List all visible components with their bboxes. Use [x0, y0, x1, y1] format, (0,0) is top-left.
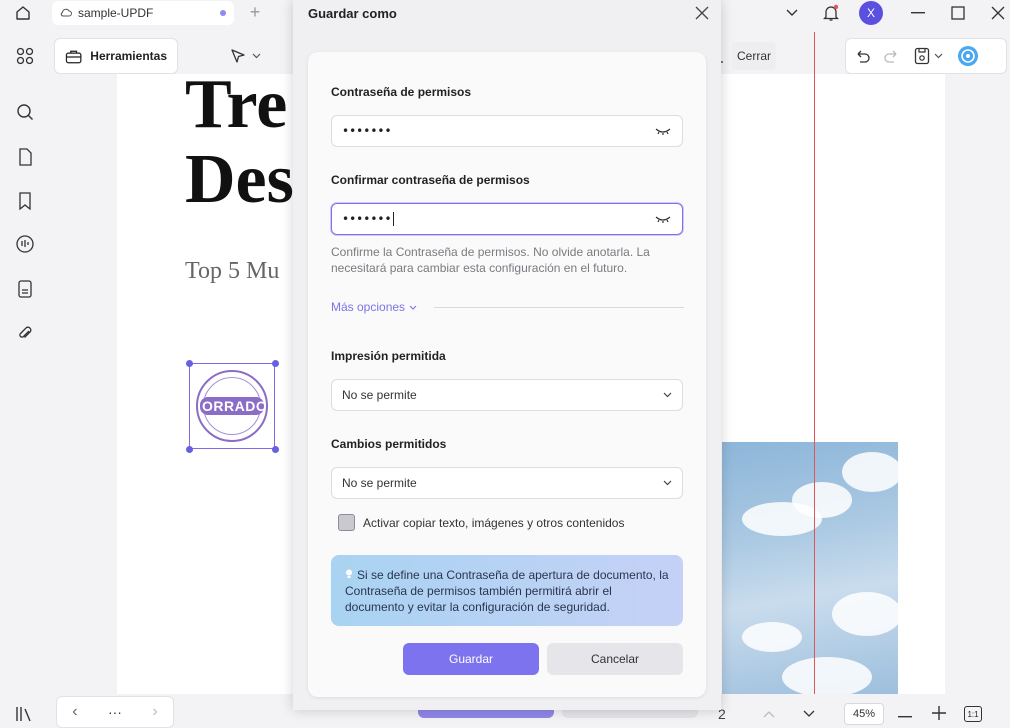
info-banner: Si se define una Contraseña de apertura … [331, 555, 683, 626]
attachment-icon[interactable] [13, 321, 37, 345]
save-button[interactable]: Guardar [403, 643, 539, 675]
save-icon[interactable] [914, 47, 930, 65]
printing-select[interactable]: No se permite [331, 379, 683, 411]
copy-content-checkbox[interactable] [338, 514, 355, 531]
more-options-label: Más opciones [331, 300, 406, 314]
resize-handle[interactable] [186, 360, 193, 367]
document-subheading: Top 5 Mu [185, 258, 280, 284]
chevron-down-icon [409, 305, 417, 310]
new-tab-button[interactable]: + [244, 2, 266, 24]
chevron-down-icon [252, 53, 261, 59]
ai-assistant-icon[interactable] [957, 45, 979, 67]
stamp-text: ORRADO [200, 397, 264, 415]
tools-label: Herramientas [90, 49, 167, 63]
zoom-level[interactable]: 45% [844, 703, 884, 725]
apps-grid-icon[interactable] [13, 44, 37, 68]
document-tab[interactable]: sample-UPDF [52, 1, 234, 25]
chevron-down-icon [663, 392, 672, 398]
search-icon[interactable] [13, 100, 37, 124]
lightbulb-icon [345, 567, 353, 578]
dialog-card: Contraseña de permisos Confirmar contras… [308, 52, 706, 697]
bookmark-icon[interactable] [13, 189, 37, 213]
resize-handle[interactable] [272, 360, 279, 367]
text-caret [392, 212, 394, 226]
minimize-icon[interactable] [906, 2, 930, 24]
chevron-left-icon[interactable]: ‹ [72, 703, 77, 721]
stamp-selection[interactable]: ORRADO [186, 360, 279, 453]
page-navigator: ‹ ··· › [56, 696, 174, 728]
undo-icon[interactable] [854, 49, 870, 63]
chevron-down-icon[interactable] [934, 53, 943, 59]
divider [434, 307, 684, 308]
chevron-up-icon[interactable] [756, 707, 782, 721]
changes-select[interactable]: No se permite [331, 467, 683, 499]
resize-handle[interactable] [272, 446, 279, 453]
permissions-password-label: Contraseña de permisos [331, 85, 472, 99]
save-as-dialog: Guardar como Contraseña de permisos Conf… [293, 0, 721, 710]
chevron-down-icon[interactable] [780, 2, 804, 24]
eye-closed-icon[interactable] [654, 125, 672, 137]
fit-actual-size-icon[interactable]: 1:1 [964, 706, 982, 722]
dialog-title: Guardar como [308, 6, 397, 21]
draft-stamp: ORRADO [196, 370, 268, 442]
confirm-password-field[interactable]: ••••••• [331, 203, 683, 235]
close-edit-button[interactable]: Cerrar [732, 42, 776, 70]
printing-label: Impresión permitida [331, 349, 446, 363]
permissions-password-field[interactable] [331, 115, 683, 147]
avatar[interactable]: X [859, 1, 883, 25]
changes-value: No se permite [342, 476, 417, 490]
form-fields-icon[interactable] [13, 277, 37, 301]
comments-icon[interactable] [13, 232, 37, 256]
zoom-out-icon[interactable] [898, 707, 912, 721]
info-text: Si se define una Contraseña de apertura … [345, 568, 669, 614]
panel-toggle-icon[interactable] [14, 704, 36, 726]
chevron-right-icon[interactable]: › [152, 703, 157, 721]
home-icon[interactable] [10, 2, 36, 24]
chevron-down-icon[interactable] [796, 707, 822, 721]
edit-toolbar-fragment: Cerrar [706, 38, 806, 74]
eye-closed-icon[interactable] [654, 213, 672, 225]
alignment-guide [814, 32, 815, 694]
resize-handle[interactable] [186, 446, 193, 453]
document-tab-title: sample-UPDF [78, 6, 154, 20]
maximize-icon[interactable] [946, 2, 970, 24]
zoom-controls: 45% 1:1 [752, 700, 1010, 728]
history-toolbar [845, 38, 1007, 74]
window-close-icon[interactable] [986, 2, 1010, 24]
more-icon[interactable]: ··· [108, 704, 122, 720]
redo-icon[interactable] [884, 49, 900, 63]
notification-bell-icon[interactable] [819, 2, 843, 24]
pages-icon[interactable] [13, 145, 37, 169]
cursor-icon [231, 49, 245, 63]
permissions-password-input[interactable] [342, 124, 654, 138]
close-icon[interactable] [693, 4, 711, 22]
chevron-down-icon [663, 480, 672, 486]
confirm-password-input[interactable]: ••••••• [342, 212, 392, 226]
cancel-button[interactable]: Cancelar [547, 643, 683, 675]
unsaved-indicator [220, 10, 226, 16]
cloud-icon [60, 8, 72, 17]
more-options-toggle[interactable]: Más opciones [331, 300, 417, 314]
printing-value: No se permite [342, 388, 417, 402]
zoom-in-icon[interactable] [932, 705, 946, 723]
changes-label: Cambios permitidos [331, 437, 447, 451]
tools-button[interactable]: Herramientas [54, 38, 178, 74]
confirm-password-label: Confirmar contraseña de permisos [331, 173, 530, 187]
left-sidebar [0, 26, 50, 728]
document-heading-line1: Tre [185, 66, 288, 143]
copy-content-label: Activar copiar texto, imágenes y otros c… [363, 515, 625, 530]
copy-content-option[interactable]: Activar copiar texto, imágenes y otros c… [338, 514, 624, 531]
toolbox-icon [65, 50, 82, 64]
sky-image [722, 442, 898, 694]
confirm-help-text: Confirme la Contraseña de permisos. No o… [331, 245, 650, 275]
document-heading-line2: Des [185, 141, 294, 218]
